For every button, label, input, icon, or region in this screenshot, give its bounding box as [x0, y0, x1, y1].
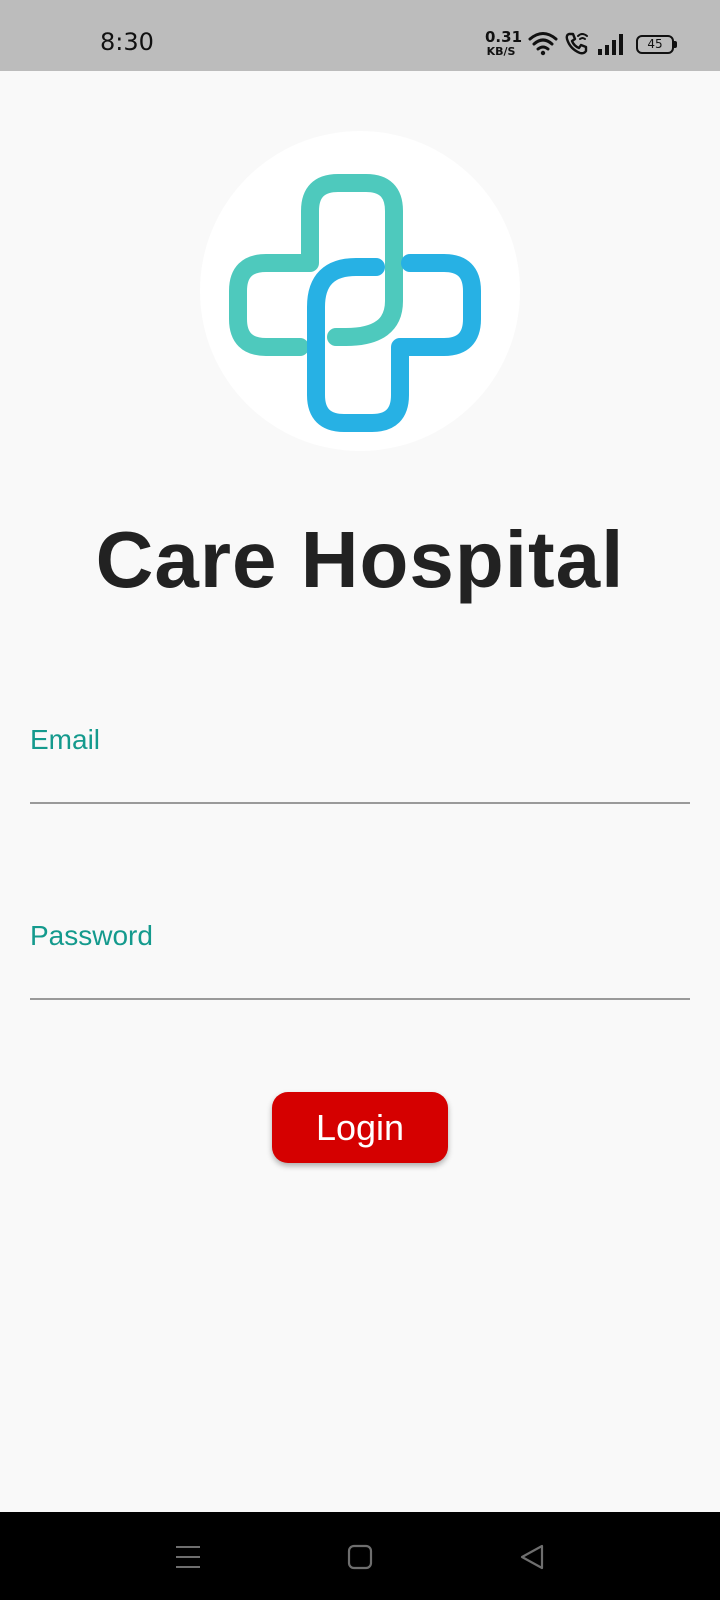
password-underline: [30, 998, 690, 1000]
password-input[interactable]: [30, 960, 690, 996]
email-underline: [30, 802, 690, 804]
wifi-icon: [528, 32, 558, 56]
email-field[interactable]: Email: [30, 724, 690, 804]
email-label: Email: [30, 724, 101, 755]
home-icon[interactable]: [343, 1540, 377, 1574]
password-field[interactable]: Password: [30, 920, 690, 1000]
network-speed-unit: KB/S: [486, 45, 516, 58]
network-speed: 0.31 KB/S: [485, 28, 523, 58]
medical-cross-icon: [229, 174, 481, 432]
battery-icon: 45: [636, 35, 677, 54]
signal-icon: [598, 34, 623, 55]
wifi-call-icon: [565, 32, 588, 55]
navigation-bar: [0, 1512, 720, 1600]
logo-circle: [200, 131, 520, 451]
password-label: Password: [30, 920, 153, 951]
app-title: Care Hospital: [95, 515, 625, 604]
status-bar: 8:30 0.31 KB/S 45: [0, 0, 720, 71]
status-time: 8:30: [100, 28, 154, 56]
email-input[interactable]: [30, 764, 690, 800]
login-button[interactable]: Login: [272, 1092, 448, 1163]
menu-icon[interactable]: [171, 1540, 205, 1574]
network-speed-value: 0.31: [485, 28, 523, 46]
back-icon[interactable]: [515, 1540, 549, 1574]
